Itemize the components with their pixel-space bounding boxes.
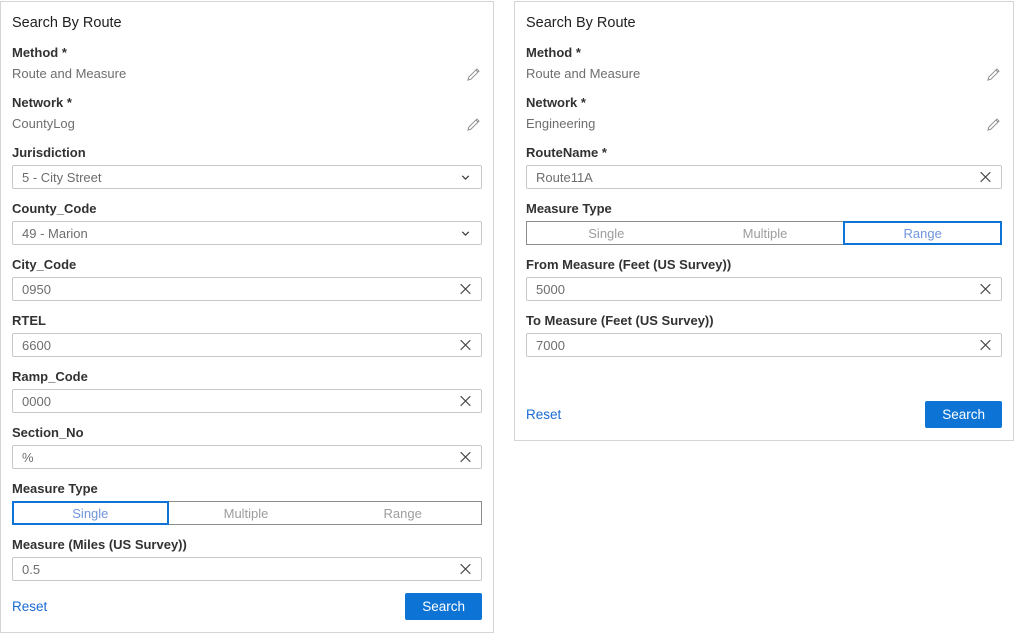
pencil-icon[interactable]	[465, 116, 482, 133]
segment-single[interactable]: Single	[527, 222, 686, 244]
route-name-label: RouteName *	[526, 145, 1002, 161]
x-icon[interactable]	[458, 394, 473, 409]
county-code-field: County_Code 49 - Marion	[12, 201, 482, 245]
to-measure-field: To Measure (Feet (US Survey))	[526, 313, 1002, 357]
search-button[interactable]: Search	[925, 401, 1002, 428]
search-by-route-panel-right: Search By Route Method * Route and Measu…	[514, 1, 1014, 441]
jurisdiction-label: Jurisdiction	[12, 145, 482, 161]
from-measure-input[interactable]	[526, 277, 1002, 301]
network-label: Network *	[526, 95, 1002, 111]
method-label: Method *	[12, 45, 482, 61]
network-label: Network *	[12, 95, 482, 111]
x-icon[interactable]	[978, 170, 993, 185]
county-code-selected-value: 49 - Marion	[22, 226, 88, 241]
from-measure-field: From Measure (Feet (US Survey))	[526, 257, 1002, 301]
measure-type-label: Measure Type	[12, 481, 482, 497]
network-value: CountyLog	[12, 115, 75, 133]
measure-type-field: Measure Type Single Multiple Range	[526, 201, 1002, 245]
reset-link[interactable]: Reset	[12, 599, 47, 614]
rtel-field: RTEL	[12, 313, 482, 357]
segment-range[interactable]: Range	[843, 221, 1002, 245]
x-icon[interactable]	[458, 450, 473, 465]
city-code-label: City_Code	[12, 257, 482, 273]
county-code-select[interactable]: 49 - Marion	[12, 221, 482, 245]
reset-link[interactable]: Reset	[526, 407, 561, 422]
x-icon[interactable]	[458, 562, 473, 577]
x-icon[interactable]	[458, 338, 473, 353]
x-icon[interactable]	[978, 282, 993, 297]
segment-multiple[interactable]: Multiple	[168, 502, 325, 524]
measure-field: Measure (Miles (US Survey))	[12, 537, 482, 581]
measure-input[interactable]	[12, 557, 482, 581]
city-code-field: City_Code	[12, 257, 482, 301]
measure-type-segmented-control: Single Multiple Range	[526, 221, 1002, 245]
chevron-down-icon	[459, 227, 472, 240]
page-title: Search By Route	[12, 14, 482, 32]
network-field: Network * CountyLog	[12, 95, 482, 133]
segment-range[interactable]: Range	[324, 502, 481, 524]
panel-footer: Reset Search	[12, 593, 482, 620]
network-field: Network * Engineering	[526, 95, 1002, 133]
measure-type-field: Measure Type Single Multiple Range	[12, 481, 482, 525]
jurisdiction-field: Jurisdiction 5 - City Street	[12, 145, 482, 189]
method-label: Method *	[526, 45, 1002, 61]
section-no-field: Section_No	[12, 425, 482, 469]
segment-single[interactable]: Single	[12, 501, 169, 525]
method-field: Method * Route and Measure	[12, 45, 482, 83]
to-measure-label: To Measure (Feet (US Survey))	[526, 313, 1002, 329]
jurisdiction-selected-value: 5 - City Street	[22, 170, 101, 185]
section-no-label: Section_No	[12, 425, 482, 441]
measure-type-segmented-control: Single Multiple Range	[12, 501, 482, 525]
network-value: Engineering	[526, 115, 595, 133]
route-name-input[interactable]	[526, 165, 1002, 189]
ramp-code-field: Ramp_Code	[12, 369, 482, 413]
pencil-icon[interactable]	[985, 66, 1002, 83]
chevron-down-icon	[459, 171, 472, 184]
x-icon[interactable]	[978, 338, 993, 353]
search-button[interactable]: Search	[405, 593, 482, 620]
rtel-label: RTEL	[12, 313, 482, 329]
measure-type-label: Measure Type	[526, 201, 1002, 217]
pencil-icon[interactable]	[985, 116, 1002, 133]
to-measure-input[interactable]	[526, 333, 1002, 357]
panel-footer: Reset Search	[526, 401, 1002, 428]
ramp-code-input[interactable]	[12, 389, 482, 413]
route-name-field: RouteName *	[526, 145, 1002, 189]
county-code-label: County_Code	[12, 201, 482, 217]
from-measure-label: From Measure (Feet (US Survey))	[526, 257, 1002, 273]
rtel-input[interactable]	[12, 333, 482, 357]
page-title: Search By Route	[526, 14, 1002, 32]
section-no-input[interactable]	[12, 445, 482, 469]
method-field: Method * Route and Measure	[526, 45, 1002, 83]
search-by-route-panel-left: Search By Route Method * Route and Measu…	[0, 1, 494, 633]
x-icon[interactable]	[458, 282, 473, 297]
method-value: Route and Measure	[12, 65, 126, 83]
pencil-icon[interactable]	[465, 66, 482, 83]
segment-multiple[interactable]: Multiple	[686, 222, 845, 244]
ramp-code-label: Ramp_Code	[12, 369, 482, 385]
jurisdiction-select[interactable]: 5 - City Street	[12, 165, 482, 189]
measure-label: Measure (Miles (US Survey))	[12, 537, 482, 553]
city-code-input[interactable]	[12, 277, 482, 301]
method-value: Route and Measure	[526, 65, 640, 83]
